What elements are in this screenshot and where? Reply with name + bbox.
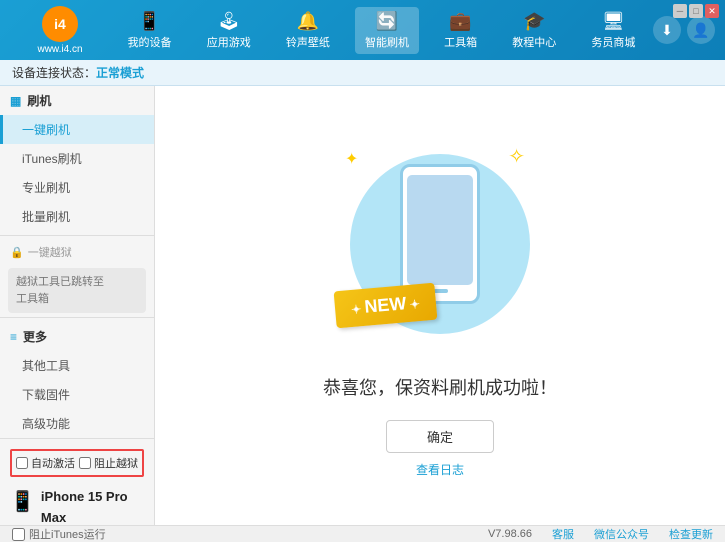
- phone-graphic: NEW ✦ ✧: [340, 134, 540, 354]
- tools-icon: 💼: [449, 11, 471, 32]
- nav-smart-flash[interactable]: 🔄 智能刷机: [355, 7, 419, 54]
- auto-options-box: 自动激活 阻止越狱: [10, 449, 144, 477]
- status-mode: 正常模式: [96, 64, 144, 81]
- nav-tutorial-label: 教程中心: [512, 34, 556, 50]
- tutorial-icon: 🎓: [523, 11, 545, 32]
- version-label: V7.98.66: [488, 528, 532, 540]
- nav-app-games-label: 应用游戏: [207, 34, 251, 50]
- sidebar-section-flash[interactable]: ▦ 刷机: [0, 86, 154, 115]
- ringtones-icon: 🔔: [297, 11, 319, 32]
- phone-device: [400, 164, 480, 304]
- logo-icon: i4: [42, 6, 78, 42]
- minimize-button[interactable]: ─: [673, 4, 687, 18]
- sidebar-item-advanced[interactable]: 高级功能: [0, 409, 154, 438]
- nav-ringtones[interactable]: 🔔 铃声壁纸: [276, 7, 340, 54]
- sidebar-item-batch-flash[interactable]: 批量刷机: [0, 202, 154, 231]
- footer-link-check-update[interactable]: 检查更新: [669, 526, 713, 542]
- device-icon: 📱: [10, 489, 35, 514]
- device-details: iPhone 15 Pro Max 512GB iPhone: [41, 487, 144, 525]
- sidebar-item-pro-flash[interactable]: 专业刷机: [0, 173, 154, 202]
- sidebar-item-other-tools[interactable]: 其他工具: [0, 351, 154, 380]
- sidebar-divider-2: [0, 317, 154, 318]
- app-games-icon: 🕹: [217, 11, 240, 32]
- sidebar-divider-1: [0, 235, 154, 236]
- service-icon: 🖥: [602, 11, 625, 32]
- sidebar-section-more[interactable]: ≡ 更多: [0, 322, 154, 351]
- window-controls: ─ □ ✕: [673, 4, 719, 18]
- nav-my-device-label: 我的设备: [128, 34, 172, 50]
- user-button[interactable]: 👤: [687, 16, 715, 44]
- nav-ringtones-label: 铃声壁纸: [286, 34, 330, 50]
- auto-activate-input[interactable]: [16, 457, 28, 469]
- auto-activate-checkbox[interactable]: 自动激活: [16, 455, 75, 471]
- sidebar-item-one-key-flash[interactable]: 一键刷机: [0, 115, 154, 144]
- jailbreak-info-box: 越狱工具已跳转至 工具箱: [8, 268, 146, 313]
- main-content: NEW ✦ ✧ 恭喜您，保资料刷机成功啦！ 确定 查看日志: [155, 86, 725, 525]
- status-label: 设备连接状态：: [12, 64, 96, 81]
- footer-link-home[interactable]: 客服: [552, 526, 574, 542]
- nav-tools[interactable]: 💼 工具箱: [434, 7, 487, 54]
- sidebar-section-jailbreak: 🔒 一键越狱: [0, 240, 154, 264]
- sparkle-icon-1: ✦: [345, 149, 358, 169]
- logo-subtitle: www.i4.cn: [37, 44, 82, 55]
- footer: 阻止iTunes运行 V7.98.66 客服 微信公众号 检查更新: [0, 525, 725, 542]
- view-log-link[interactable]: 查看日志: [416, 461, 464, 478]
- device-info: 📱 iPhone 15 Pro Max 512GB iPhone: [8, 481, 146, 525]
- auto-activate-label: 自动激活: [31, 455, 75, 471]
- footer-left: 阻止iTunes运行: [12, 526, 488, 542]
- main-nav: 📱 我的设备 🕹 应用游戏 🔔 铃声壁纸 🔄 智能刷机 💼 工具箱 🎓: [110, 7, 653, 54]
- close-button[interactable]: ✕: [705, 4, 719, 18]
- sidebar-bottom: 自动激活 阻止越狱 📱 iPhone 15 Pro Max 512GB iPho…: [0, 438, 154, 525]
- device-name: iPhone 15 Pro Max: [41, 487, 144, 525]
- itunes-label: 阻止iTunes运行: [29, 526, 106, 542]
- nav-tools-label: 工具箱: [444, 34, 477, 50]
- sparkle-icon-2: ✧: [508, 144, 525, 169]
- footer-right: V7.98.66 客服 微信公众号 检查更新: [488, 526, 713, 542]
- success-message: 恭喜您，保资料刷机成功啦！: [323, 374, 557, 400]
- nav-service-label: 务员商城: [591, 34, 635, 50]
- footer-link-wechat[interactable]: 微信公众号: [594, 526, 649, 542]
- itunes-checkbox[interactable]: 阻止iTunes运行: [12, 526, 106, 542]
- confirm-button[interactable]: 确定: [386, 420, 494, 453]
- lock-icon: 🔒: [10, 246, 24, 259]
- nav-service[interactable]: 🖥 务员商城: [581, 7, 645, 54]
- flash-section-icon: ▦: [10, 94, 21, 108]
- nav-app-games[interactable]: 🕹 应用游戏: [197, 7, 261, 54]
- app-header: i4 www.i4.cn 📱 我的设备 🕹 应用游戏 🔔 铃声壁纸 🔄 智能刷机: [0, 0, 725, 60]
- download-button[interactable]: ⬇: [653, 16, 681, 44]
- sidebar-item-itunes-flash[interactable]: iTunes刷机: [0, 144, 154, 173]
- itunes-checkbox-input[interactable]: [12, 528, 25, 541]
- smart-flash-icon: 🔄: [376, 11, 398, 32]
- phone-screen: [407, 175, 473, 285]
- status-bar: 设备连接状态： 正常模式: [0, 60, 725, 86]
- my-device-icon: 📱: [138, 11, 160, 32]
- flash-section-label: 刷机: [27, 92, 51, 109]
- more-section-label: 更多: [23, 328, 47, 345]
- no-jailbreak-label: 阻止越狱: [94, 455, 138, 471]
- more-section-icon: ≡: [10, 330, 17, 344]
- no-jailbreak-input[interactable]: [79, 457, 91, 469]
- sidebar: ▦ 刷机 一键刷机 iTunes刷机 专业刷机 批量刷机 🔒 一键越狱: [0, 86, 155, 525]
- nav-tutorial[interactable]: 🎓 教程中心: [502, 7, 566, 54]
- no-jailbreak-checkbox[interactable]: 阻止越狱: [79, 455, 138, 471]
- header-actions: ⬇ 👤: [653, 16, 715, 44]
- logo-area: i4 www.i4.cn: [10, 6, 110, 55]
- maximize-button[interactable]: □: [689, 4, 703, 18]
- nav-smart-flash-label: 智能刷机: [365, 34, 409, 50]
- nav-my-device[interactable]: 📱 我的设备: [118, 7, 182, 54]
- sidebar-item-download-firmware[interactable]: 下载固件: [0, 380, 154, 409]
